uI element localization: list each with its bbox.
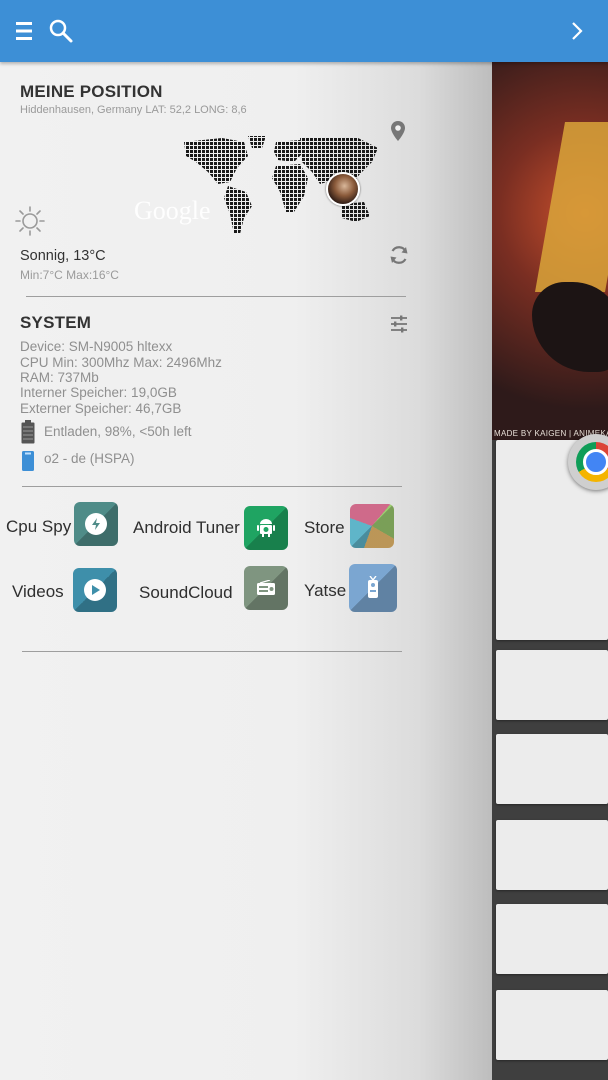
system-title: SYSTEM (20, 313, 92, 332)
battery-status: Entladen, 98%, <50h left (44, 424, 192, 439)
app-label: Yatse (304, 581, 347, 600)
divider (22, 651, 402, 652)
yatse-icon[interactable] (349, 564, 397, 612)
home-card-3[interactable] (496, 734, 608, 804)
chevron-right-icon[interactable] (562, 16, 592, 46)
avatar[interactable] (326, 172, 360, 206)
position-title: MEINE POSITION (20, 82, 163, 101)
app-label: Store (304, 518, 345, 537)
system-cpu: CPU Min: 300Mhz Max: 2496Mhz (20, 355, 222, 370)
home-card-6[interactable] (496, 990, 608, 1060)
refresh-icon[interactable] (388, 244, 410, 271)
divider (26, 296, 406, 297)
menu-icon[interactable] (10, 16, 40, 46)
home-screen-peek: MADE BY KAIGEN | ANIMEKA (492, 62, 608, 1080)
cpu-spy-icon[interactable] (74, 502, 118, 546)
map-attribution: Google (134, 196, 211, 225)
map-pin-icon[interactable] (390, 120, 406, 147)
top-bar (0, 0, 608, 62)
app-label: Android Tuner (133, 518, 240, 537)
app-label: SoundCloud (139, 583, 233, 602)
system-ram: RAM: 737Mb (20, 370, 99, 385)
search-icon[interactable] (46, 16, 76, 46)
app-label: Cpu Spy (6, 517, 72, 536)
position-location: Hiddenhausen, Germany LAT: 52,2 LONG: 8,… (20, 104, 247, 116)
home-card-2[interactable] (496, 650, 608, 720)
network-icon (22, 451, 34, 476)
battery-icon (21, 420, 35, 449)
side-drawer: MEINE POSITION Hiddenhausen, Germany LAT… (0, 62, 492, 1080)
weather-range: Min:7°C Max:16°C (20, 268, 119, 282)
settings-sliders-icon[interactable] (390, 315, 408, 338)
network-status: o2 - de (HSPA) (44, 451, 135, 466)
system-external-storage: Externer Speicher: 46,7GB (20, 401, 182, 416)
app-label: Videos (12, 582, 64, 601)
weather-condition: Sonnig, 13°C (20, 248, 106, 264)
world-map[interactable] (182, 134, 382, 239)
home-card-5[interactable] (496, 904, 608, 974)
videos-icon[interactable] (73, 568, 117, 612)
system-internal-storage: Interner Speicher: 19,0GB (20, 385, 177, 400)
soundcloud-icon[interactable] (244, 566, 288, 610)
system-device: Device: SM-N9005 hltexx (20, 339, 173, 354)
store-icon[interactable] (350, 504, 394, 548)
sun-icon (14, 205, 46, 242)
home-card-4[interactable] (496, 820, 608, 890)
divider (22, 486, 402, 487)
android-tuner-icon[interactable] (244, 506, 288, 550)
wallpaper-artwork: MADE BY KAIGEN | ANIMEKA (492, 62, 608, 440)
